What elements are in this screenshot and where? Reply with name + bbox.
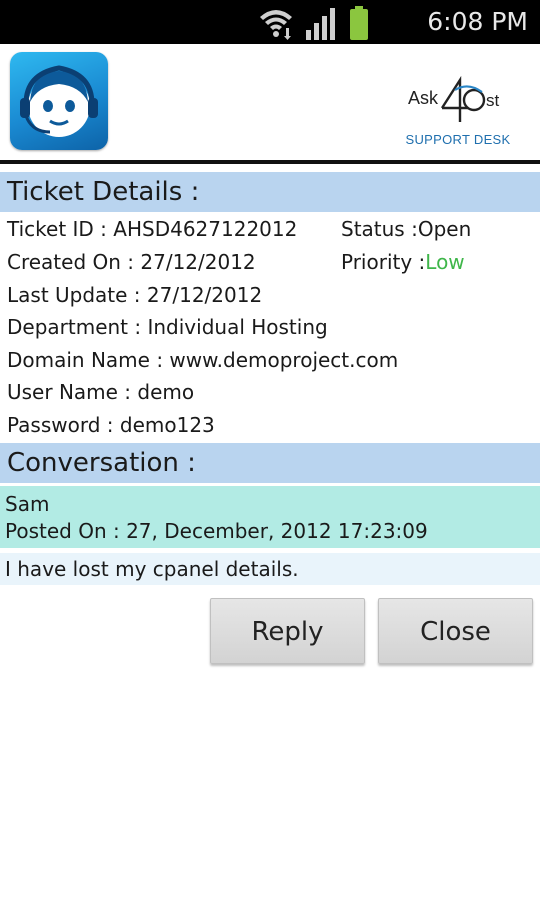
reply-button[interactable]: Reply [210, 598, 365, 664]
password: Password : demo123 [7, 413, 215, 437]
ticket-details-heading: Ticket Details : [0, 172, 540, 212]
priority-label: Priority : [341, 250, 426, 274]
support-agent-icon[interactable] [10, 52, 108, 150]
message-header: Sam Posted On : 27, December, 2012 17:23… [0, 486, 540, 548]
message-author: Sam [5, 492, 50, 516]
status-label: Status : [341, 217, 418, 241]
ticket-id: Ticket ID : AHSD4627122012 [7, 217, 298, 241]
last-update: Last Update : 27/12/2012 [7, 283, 263, 307]
signal-icon [306, 8, 335, 40]
conversation-heading: Conversation : [0, 443, 540, 483]
app-header: Ask st SUPPORT DESK [0, 44, 540, 164]
domain-name: Domain Name : www.demoproject.com [7, 348, 399, 372]
battery-icon [350, 6, 368, 40]
department: Department : Individual Hosting [7, 315, 328, 339]
created-on: Created On : 27/12/2012 [7, 250, 256, 274]
ask4host-logo: Ask st [408, 75, 500, 122]
ticket-priority: Priority :Low [341, 248, 465, 276]
svg-text:st: st [486, 91, 500, 110]
wifi-icon [260, 10, 292, 40]
message-posted-on: Posted On : 27, December, 2012 17:23:09 [5, 519, 428, 543]
header-divider [0, 160, 540, 164]
status-value: Open [417, 217, 472, 241]
message-body: I have lost my cpanel details. [0, 553, 540, 585]
priority-value: Low [425, 250, 465, 274]
ticket-status: Status :Open [341, 215, 471, 243]
status-bar: 6:08 PM [0, 0, 540, 44]
brand-logo: Ask st SUPPORT DESK [402, 60, 514, 156]
message-text: I have lost my cpanel details. [5, 557, 299, 581]
status-time: 6:08 PM [427, 7, 528, 36]
status-icons [258, 4, 370, 40]
svg-text:Ask: Ask [408, 88, 439, 108]
user-name: User Name : demo [7, 380, 195, 404]
close-button[interactable]: Close [378, 598, 533, 664]
brand-subtitle: SUPPORT DESK [405, 132, 511, 147]
